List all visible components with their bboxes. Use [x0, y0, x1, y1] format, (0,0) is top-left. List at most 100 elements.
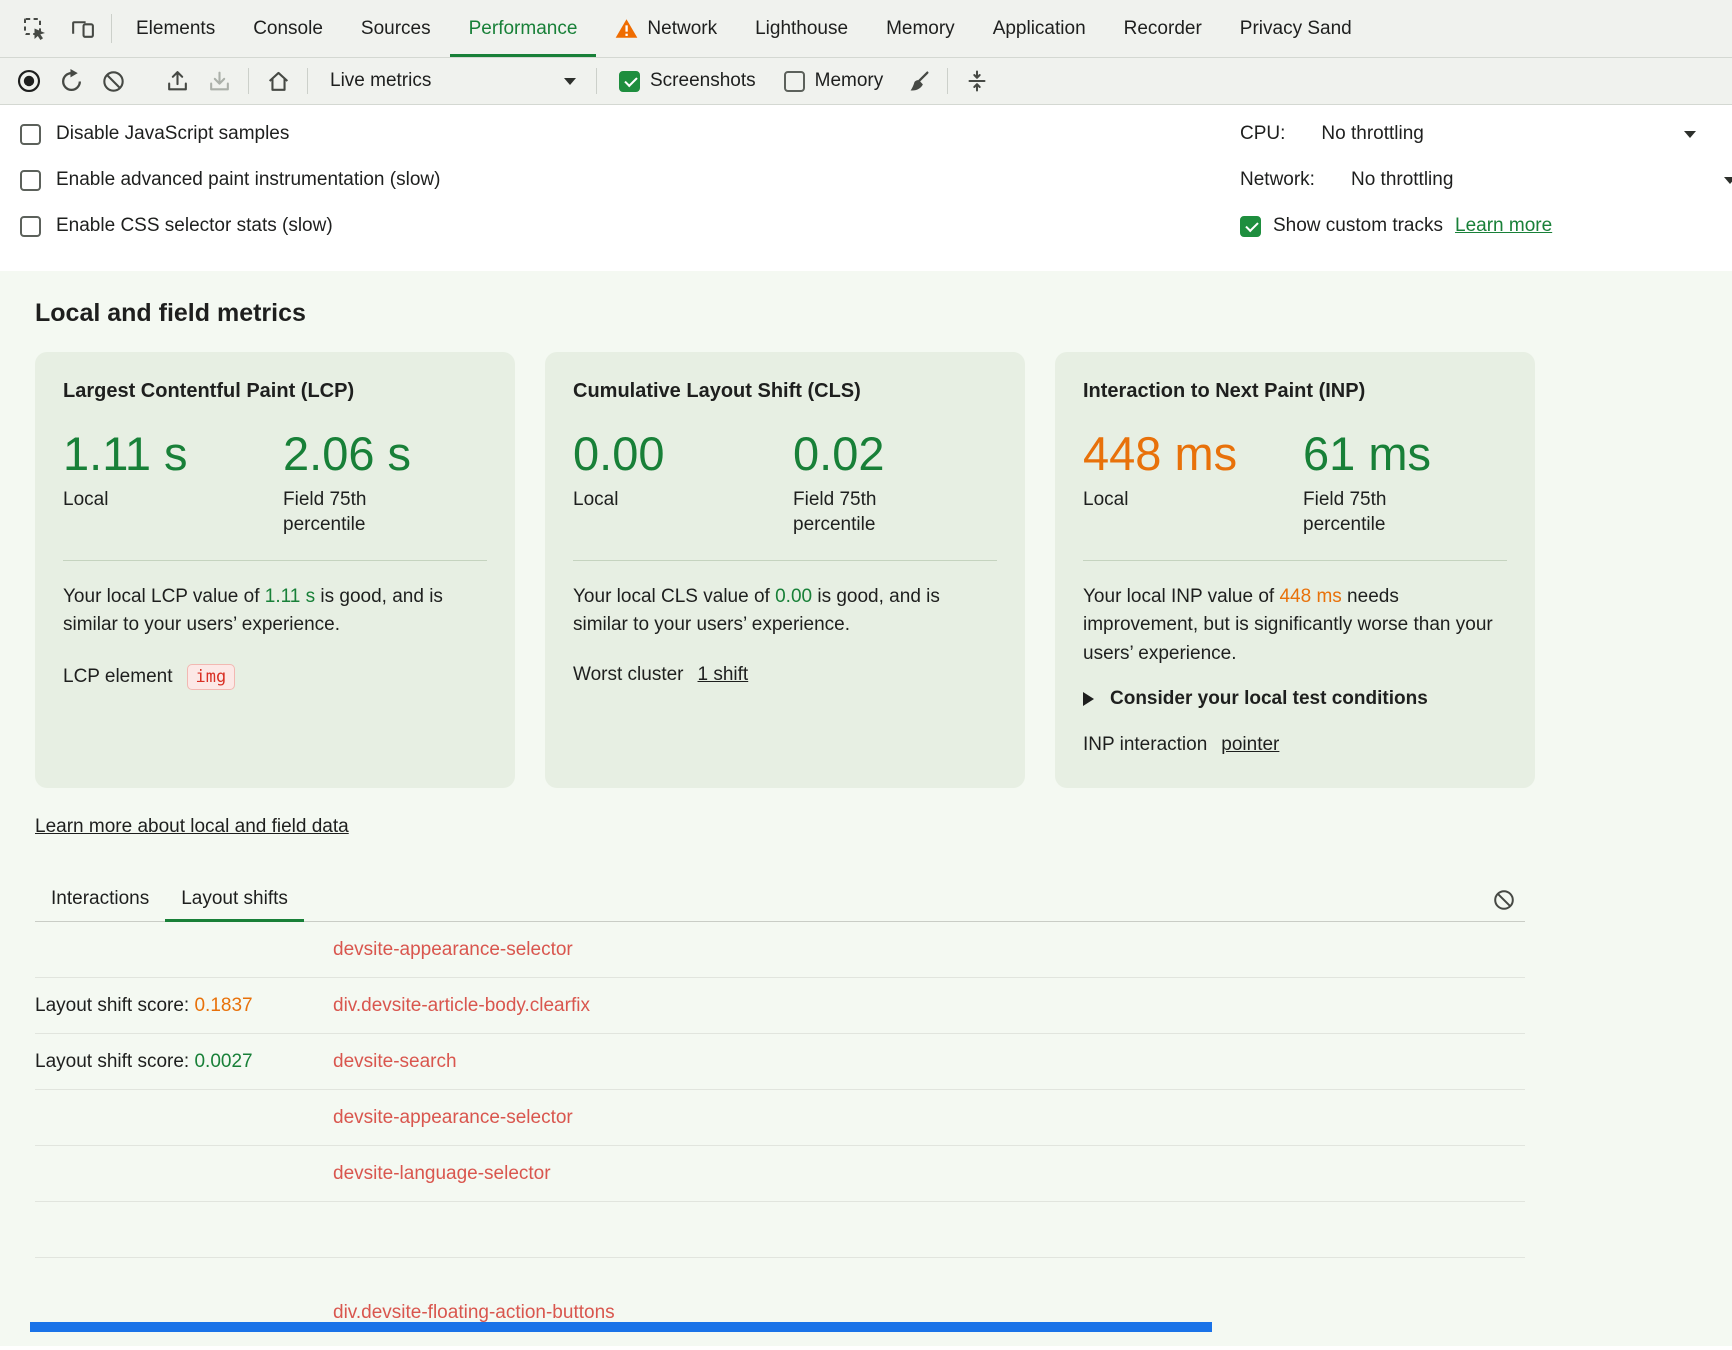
device-toolbar-icon[interactable] — [58, 0, 106, 57]
score-value: 0.0027 — [194, 1051, 252, 1072]
home-button[interactable] — [257, 62, 299, 100]
card-footer: LCP element img — [63, 664, 487, 690]
screenshots-checkbox[interactable]: Screenshots — [605, 70, 770, 92]
inspect-icon[interactable] — [10, 0, 58, 57]
cpu-label: CPU: — [1240, 123, 1285, 145]
divider — [111, 14, 112, 43]
advanced-paint-instrumentation-checkbox[interactable]: Enable advanced paint instrumentation (s… — [20, 165, 440, 195]
record-reload-button[interactable] — [50, 62, 92, 100]
tab-sources[interactable]: Sources — [342, 0, 450, 57]
lcp-element-node-link[interactable]: img — [187, 664, 236, 690]
divider — [63, 560, 487, 561]
shrink-button[interactable] — [956, 62, 998, 100]
tab-label: Elements — [136, 18, 215, 40]
card-title: Interaction to Next Paint (INP) — [1083, 380, 1507, 403]
card-values: 1.11 s Local 2.06 s Field 75th percentil… — [63, 429, 487, 538]
field-column: 61 ms Field 75th percentile — [1303, 429, 1463, 538]
record-button[interactable] — [8, 62, 50, 100]
tab-interactions[interactable]: Interactions — [35, 878, 165, 922]
node-link[interactable]: devsite-appearance-selector — [333, 1107, 573, 1128]
tab-label: Lighthouse — [755, 18, 848, 40]
node-cell: devsite-appearance-selector — [333, 939, 573, 961]
network-label: Network: — [1240, 169, 1315, 191]
tab-performance[interactable]: Performance — [450, 0, 597, 57]
divider — [596, 68, 597, 94]
collect-garbage-button[interactable] — [897, 62, 939, 100]
table-row[interactable] — [35, 1202, 1525, 1258]
option-label: Enable CSS selector stats (slow) — [56, 215, 333, 237]
memory-label: Memory — [815, 70, 884, 92]
memory-checkbox[interactable]: Memory — [770, 70, 898, 92]
node-link[interactable]: devsite-language-selector — [333, 1163, 551, 1184]
checkbox-unchecked-icon — [20, 124, 41, 145]
local-column: 1.11 s Local — [63, 429, 283, 538]
show-custom-tracks-checkbox[interactable] — [1240, 216, 1261, 237]
node-link[interactable]: devsite-search — [333, 1051, 457, 1072]
local-field-metrics-heading: Local and field metrics — [35, 299, 1732, 328]
live-metrics-label: Live metrics — [330, 70, 431, 92]
card-inp: Interaction to Next Paint (INP) 448 ms L… — [1055, 352, 1535, 788]
tab-application[interactable]: Application — [974, 0, 1105, 57]
table-row[interactable]: Layout shift score: 0.1837 div.devsite-a… — [35, 978, 1525, 1034]
node-cell: devsite-appearance-selector — [333, 1107, 573, 1129]
tab-lighthouse[interactable]: Lighthouse — [736, 0, 867, 57]
desc-text: Your local LCP value of — [63, 586, 265, 607]
table-row[interactable]: Layout shift score: 0.0027 devsite-searc… — [35, 1034, 1525, 1090]
live-metrics-dropdown[interactable]: Live metrics — [316, 62, 588, 100]
tab-layout-shifts[interactable]: Layout shifts — [165, 878, 304, 922]
css-selector-stats-checkbox[interactable]: Enable CSS selector stats (slow) — [20, 211, 440, 241]
network-throttling-select[interactable]: Network: No throttling — [1240, 165, 1732, 195]
table-row[interactable]: devsite-appearance-selector — [35, 1090, 1525, 1146]
metric-cards: Largest Contentful Paint (LCP) 1.11 s Lo… — [35, 352, 1732, 788]
table-row[interactable]: devsite-language-selector — [35, 1146, 1525, 1202]
divider — [248, 68, 249, 94]
table-row[interactable]: devsite-appearance-selector — [35, 922, 1525, 978]
node-link[interactable]: div.devsite-floating-action-buttons — [333, 1302, 615, 1323]
tab-elements[interactable]: Elements — [117, 0, 234, 57]
field-column: 0.02 Field 75th percentile — [793, 429, 953, 538]
node-link[interactable]: div.devsite-article-body.clearfix — [333, 995, 590, 1016]
tab-label: Application — [993, 18, 1086, 40]
tab-recorder[interactable]: Recorder — [1105, 0, 1221, 57]
node-link[interactable]: devsite-appearance-selector — [333, 939, 573, 960]
card-description: Your local CLS value of 0.00 is good, an… — [573, 583, 997, 640]
local-field-learn-more-link[interactable]: Learn more about local and field data — [35, 816, 349, 838]
tab-label: Console — [253, 18, 323, 40]
desc-value: 1.11 s — [265, 586, 315, 607]
local-label: Local — [573, 488, 793, 513]
tab-privacy-sandbox[interactable]: Privacy Sand — [1221, 0, 1371, 57]
disable-js-samples-checkbox[interactable]: Disable JavaScript samples — [20, 119, 440, 149]
inp-field-value: 61 ms — [1303, 429, 1463, 478]
card-cls: Cumulative Layout Shift (CLS) 0.00 Local… — [545, 352, 1025, 788]
card-lcp: Largest Contentful Paint (LCP) 1.11 s Lo… — [35, 352, 515, 788]
divider — [573, 560, 997, 561]
worst-cluster-link[interactable]: 1 shift — [698, 664, 749, 686]
lcp-local-value: 1.11 s — [63, 429, 283, 478]
cpu-throttling-select[interactable]: CPU: No throttling — [1240, 119, 1732, 149]
clear-button[interactable] — [92, 62, 134, 100]
clear-log-button[interactable] — [1483, 881, 1525, 919]
card-footer: Worst cluster 1 shift — [573, 664, 997, 686]
desc-text: Your local CLS value of — [573, 586, 775, 607]
tab-network[interactable]: Network — [596, 0, 736, 57]
node-cell: div.devsite-floating-action-buttons — [333, 1302, 615, 1324]
node-cell: div.devsite-article-body.clearfix — [333, 995, 590, 1017]
local-column: 0.00 Local — [573, 429, 793, 538]
card-title: Largest Contentful Paint (LCP) — [63, 380, 487, 403]
save-profile-button[interactable] — [198, 62, 240, 100]
panel-tabs: Elements Console Sources Performance Net… — [117, 0, 1371, 57]
tab-memory[interactable]: Memory — [867, 0, 974, 57]
inp-interaction-link[interactable]: pointer — [1221, 734, 1279, 756]
divider — [1083, 560, 1507, 561]
local-label: Local — [63, 488, 283, 513]
show-custom-tracks-row: Show custom tracks Learn more — [1240, 211, 1732, 241]
tab-console[interactable]: Console — [234, 0, 342, 57]
option-label: Disable JavaScript samples — [56, 123, 289, 145]
desc-text: Your local INP value of — [1083, 586, 1279, 607]
learn-more-link[interactable]: Learn more — [1455, 215, 1552, 237]
score-cell: Layout shift score: 0.1837 — [35, 995, 333, 1017]
local-test-conditions-disclosure[interactable]: Consider your local test conditions — [1083, 688, 1507, 710]
load-profile-button[interactable] — [156, 62, 198, 100]
table-row[interactable]: div.devsite-floating-action-buttons — [35, 1258, 1525, 1350]
card-description: Your local LCP value of 1.11 s is good, … — [63, 583, 487, 640]
